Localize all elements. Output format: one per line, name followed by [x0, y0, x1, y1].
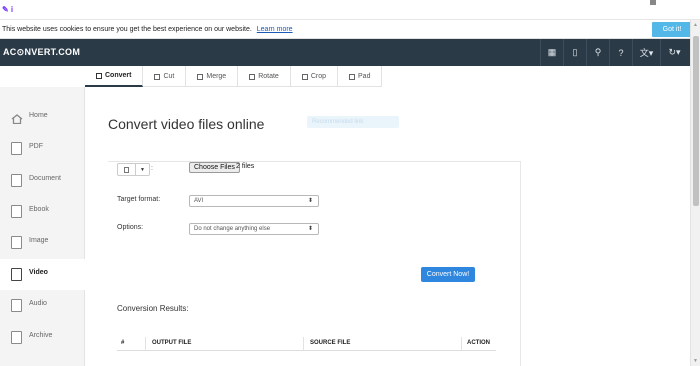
cookie-text: This website uses cookies to ensure you …: [2, 26, 252, 33]
options-label: Options:: [117, 224, 144, 231]
convert-now-button[interactable]: Convert Now!: [421, 267, 475, 282]
pdf-icon: [11, 142, 22, 155]
sidebar-item-label: Document: [29, 175, 61, 182]
home-icon: [11, 111, 23, 125]
extension-tag: ✎ i: [2, 5, 14, 14]
sidebar-item-label: Home: [29, 112, 48, 119]
recommended-link[interactable]: Recommended link: [307, 116, 399, 128]
sidebar-item-label: PDF: [29, 143, 43, 150]
scroll-down-icon[interactable]: ▼: [693, 358, 698, 364]
video-icon: [11, 268, 22, 281]
column-divider: [303, 337, 304, 351]
divider: [108, 161, 521, 162]
scrollbar-thumb[interactable]: [693, 36, 699, 206]
tool-tabs: Convert Cut Merge Rotate Crop Pad: [85, 66, 383, 87]
site-logo[interactable]: AC⊙NVERT.COM: [3, 47, 80, 58]
col-source-file: SOURCE FILE: [310, 340, 351, 346]
archive-icon: [11, 331, 22, 344]
audio-icon: [11, 299, 22, 312]
select-arrows-icon: ⬍: [307, 198, 313, 204]
checkbox-icon: [249, 73, 256, 80]
document-icon: [11, 174, 22, 187]
options-value: Do not change anything else: [194, 226, 271, 232]
results-table-header: # OUTPUT FILE SOURCE FILE ACTION: [117, 337, 496, 351]
file-source-dropdown[interactable]: ▼: [117, 163, 150, 176]
browser-topstrip: ✎ i: [0, 0, 700, 20]
column-divider: [461, 337, 462, 351]
grid-icon[interactable]: ▦: [540, 39, 563, 66]
sidebar-item-audio[interactable]: Audio: [0, 290, 85, 321]
tab-label: Pad: [358, 73, 371, 80]
target-format-label: Target format:: [117, 196, 161, 203]
tab-label: Cut: [163, 73, 175, 80]
target-format-select[interactable]: AVI ⬍: [189, 195, 319, 207]
sidebar-item-label: Audio: [29, 300, 47, 307]
sidebar-item-home[interactable]: Home: [0, 102, 85, 133]
ebook-icon: [11, 205, 22, 218]
help-icon[interactable]: ?: [609, 39, 632, 66]
tab-label: Merge: [206, 73, 227, 80]
tab-label: Convert: [105, 72, 132, 79]
col-output-file: OUTPUT FILE: [152, 340, 192, 346]
checkbox-icon: [154, 73, 161, 80]
file-icon: [118, 164, 136, 175]
caret-down-icon: ▼: [140, 166, 145, 173]
mobile-icon[interactable]: ▯: [563, 39, 586, 66]
column-divider: [145, 337, 146, 351]
tab-convert[interactable]: Convert: [85, 66, 144, 87]
choose-files-button[interactable]: Choose Files: [189, 162, 240, 173]
sidebar-item-label: Archive: [29, 332, 53, 339]
cookie-banner: This website uses cookies to ensure you …: [0, 20, 700, 39]
conversion-results-label: Conversion Results:: [117, 304, 189, 313]
sidebar-item-document[interactable]: Document: [0, 165, 85, 196]
options-select[interactable]: Do not change anything else ⬍: [189, 223, 319, 235]
file-count: 2 files: [236, 163, 255, 170]
learn-more-link[interactable]: Learn more: [257, 26, 293, 33]
checkbox-icon: [349, 73, 356, 80]
target-format-value: AVI: [194, 198, 204, 204]
tab-label: Rotate: [258, 73, 279, 80]
header-icons: ▦ ▯ ⚲ ? 文▾ ↻▾: [540, 39, 688, 66]
refresh-icon[interactable]: ↻▾: [660, 39, 688, 66]
pin-icon: [650, 0, 656, 5]
source-separator: :: [151, 165, 153, 172]
sidebar-item-ebook[interactable]: Ebook: [0, 196, 85, 227]
scroll-up-icon[interactable]: ▲: [693, 22, 698, 28]
sidebar-item-label: Ebook: [29, 206, 49, 213]
language-icon[interactable]: 文▾: [632, 39, 660, 66]
sidebar-item-label: Image: [29, 237, 49, 244]
col-action: ACTION: [467, 340, 490, 346]
page-scrollbar[interactable]: ▲ ▼: [690, 20, 700, 366]
checkbox-icon: [301, 73, 308, 80]
page-title: Convert video files online: [108, 116, 265, 132]
select-arrows-icon: ⬍: [307, 226, 313, 232]
col-number: #: [121, 340, 125, 346]
sidebar: Home PDF Document Ebook Image Video Audi…: [0, 87, 86, 366]
got-it-button[interactable]: Got it!: [652, 22, 692, 37]
tab-pad[interactable]: Pad: [338, 66, 383, 87]
site-header: AC⊙NVERT.COM ▦ ▯ ⚲ ? 文▾ ↻▾: [0, 39, 700, 66]
checkbox-icon: [197, 73, 204, 80]
tab-cut[interactable]: Cut: [143, 66, 187, 87]
sidebar-item-label: Video: [29, 269, 48, 276]
image-icon: [11, 236, 22, 249]
checkbox-icon: [96, 72, 102, 79]
sidebar-item-pdf[interactable]: PDF: [0, 133, 85, 164]
tab-crop[interactable]: Crop: [291, 66, 339, 87]
tab-rotate[interactable]: Rotate: [238, 66, 291, 87]
tab-label: Crop: [310, 73, 327, 80]
divider: [520, 161, 521, 366]
sidebar-item-video[interactable]: Video: [0, 259, 86, 290]
sidebar-item-archive[interactable]: Archive: [0, 322, 85, 353]
search-icon[interactable]: ⚲: [586, 39, 609, 66]
tab-merge[interactable]: Merge: [186, 66, 239, 87]
sidebar-item-image[interactable]: Image: [0, 227, 85, 258]
